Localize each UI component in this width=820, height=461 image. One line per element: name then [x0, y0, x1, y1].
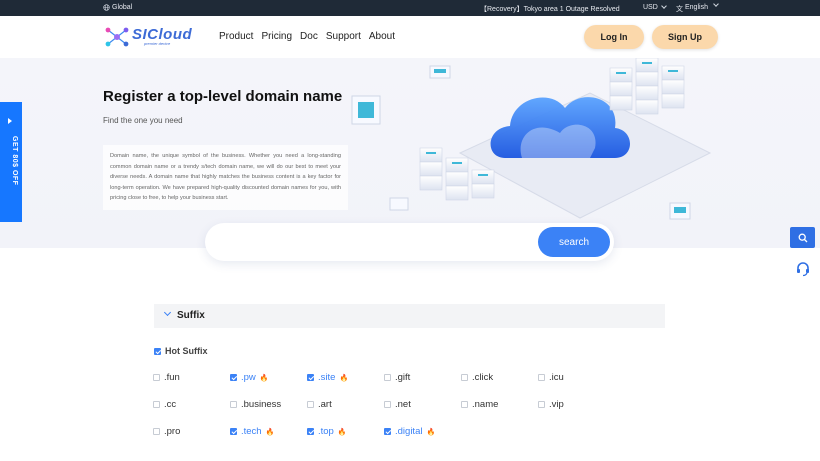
search-icon: [798, 233, 807, 242]
fire-icon: 🔥: [426, 428, 436, 436]
floating-search-button[interactable]: [790, 227, 815, 248]
login-button[interactable]: Log In: [584, 25, 644, 49]
suffix-option[interactable]: .fun: [153, 372, 180, 383]
hero-section: Register a top-level domain name Find th…: [0, 58, 820, 248]
language-label: English: [685, 4, 708, 11]
fire-icon: 🔥: [339, 374, 349, 382]
suffix-option[interactable]: .business: [230, 399, 281, 410]
nav-about[interactable]: About: [369, 31, 395, 42]
suffix-option[interactable]: .name: [461, 399, 498, 410]
suffix-option[interactable]: .site 🔥: [307, 372, 348, 383]
suffix-option[interactable]: .art: [307, 399, 332, 410]
page-subtitle: Find the one you need: [103, 116, 183, 125]
suffix-option[interactable]: .cc: [153, 399, 176, 410]
nav-pricing[interactable]: Pricing: [261, 31, 292, 42]
suffix-checkbox[interactable]: [384, 374, 391, 381]
global-selector[interactable]: Global: [103, 4, 132, 11]
suffix-option[interactable]: .icu: [538, 372, 564, 383]
logo-tagline: premier device: [144, 41, 171, 46]
suffix-label: .icu: [549, 372, 564, 383]
suffix-label: .business: [241, 399, 282, 410]
suffix-label: .net: [395, 399, 411, 410]
promo-label: GET 80$ OFF: [11, 136, 18, 186]
suffix-option[interactable]: .pw 🔥: [230, 372, 269, 383]
chevron-down-icon: [660, 3, 667, 9]
suffix-option[interactable]: .click: [461, 372, 493, 383]
nav-doc[interactable]: Doc: [300, 31, 318, 42]
suffix-option[interactable]: .gift: [384, 372, 410, 383]
suffix-option[interactable]: .net: [384, 399, 411, 410]
page-title: Register a top-level domain name: [103, 88, 343, 105]
cloud-server-illustration: [351, 58, 712, 220]
global-label: Global: [112, 4, 133, 11]
suffix-checkbox[interactable]: [461, 401, 468, 408]
suffix-checkbox[interactable]: [230, 401, 237, 408]
suffix-checkbox[interactable]: [153, 428, 160, 435]
main-nav: Product Pricing Doc Support About: [219, 31, 395, 42]
fire-icon: 🔥: [259, 374, 269, 382]
signup-button[interactable]: Sign Up: [652, 25, 718, 49]
headset-icon[interactable]: [794, 260, 812, 278]
suffix-checkbox[interactable]: [230, 428, 237, 435]
nav-support[interactable]: Support: [326, 31, 361, 42]
fire-icon: 🔥: [337, 428, 347, 436]
hot-suffix-checkbox[interactable]: [154, 347, 161, 355]
suffix-label: .tech: [241, 426, 262, 437]
fire-icon: 🔥: [265, 428, 275, 436]
globe-icon: [103, 4, 110, 11]
hot-suffix-label: Hot Suffix: [165, 346, 208, 356]
suffix-checkbox[interactable]: [538, 374, 545, 381]
suffix-checkbox[interactable]: [307, 374, 314, 381]
domain-search-input[interactable]: [223, 232, 523, 252]
domain-search-bar: search: [205, 223, 614, 261]
suffix-option[interactable]: .vip: [538, 399, 564, 410]
nav-product[interactable]: Product: [219, 31, 253, 42]
hero-description: Domain name, the unique symbol of the bu…: [103, 145, 348, 210]
suffix-checkbox[interactable]: [307, 428, 314, 435]
suffix-option[interactable]: .tech 🔥: [230, 426, 274, 437]
suffix-checkbox[interactable]: [461, 374, 468, 381]
site-header: SICloud premier device Product Pricing D…: [0, 16, 820, 58]
play-arrow-icon: [8, 118, 12, 124]
suffix-checkbox[interactable]: [153, 401, 160, 408]
outage-notice[interactable]: 【Recovery】Tokyo area 1 Outage Resolved: [480, 4, 620, 14]
suffix-option[interactable]: .pro: [153, 426, 180, 437]
suffix-label: .gift: [395, 372, 411, 383]
suffix-label: .art: [318, 399, 332, 410]
language-selector[interactable]: 文 English: [676, 1, 719, 14]
suffix-label: .pro: [164, 426, 181, 437]
suffix-label: .vip: [549, 399, 564, 410]
suffix-checkbox[interactable]: [538, 401, 545, 408]
translate-icon: 文: [676, 6, 683, 13]
suffix-title: Suffix: [177, 310, 205, 321]
chevron-down-icon: [713, 1, 719, 7]
promo-side-tab[interactable]: GET 80$ OFF: [0, 102, 22, 222]
suffix-checkbox[interactable]: [384, 428, 391, 435]
suffix-label: .name: [472, 399, 499, 410]
suffix-label: .click: [472, 372, 494, 383]
hot-suffix-toggle[interactable]: Hot Suffix: [154, 346, 208, 356]
suffix-label: .top: [318, 426, 334, 437]
suffix-checkbox[interactable]: [230, 374, 237, 381]
suffix-panel-header[interactable]: Suffix: [154, 304, 665, 328]
suffix-checkbox[interactable]: [384, 401, 391, 408]
suffix-label: .site: [318, 372, 336, 383]
suffix-label: .pw: [241, 372, 256, 383]
currency-selector[interactable]: USD: [643, 3, 667, 11]
suffix-label: .cc: [164, 399, 177, 410]
suffix-option[interactable]: .digital 🔥: [384, 426, 435, 437]
suffix-label: .digital: [395, 426, 423, 437]
suffix-checkbox[interactable]: [153, 374, 160, 381]
currency-label: USD: [643, 4, 658, 11]
search-button[interactable]: search: [538, 227, 610, 257]
top-bar: Global 【Recovery】Tokyo area 1 Outage Res…: [0, 0, 820, 16]
suffix-option[interactable]: .top 🔥: [307, 426, 347, 437]
suffix-checkbox[interactable]: [307, 401, 314, 408]
suffix-label: .fun: [164, 372, 180, 383]
chevron-down-icon: [163, 308, 172, 317]
